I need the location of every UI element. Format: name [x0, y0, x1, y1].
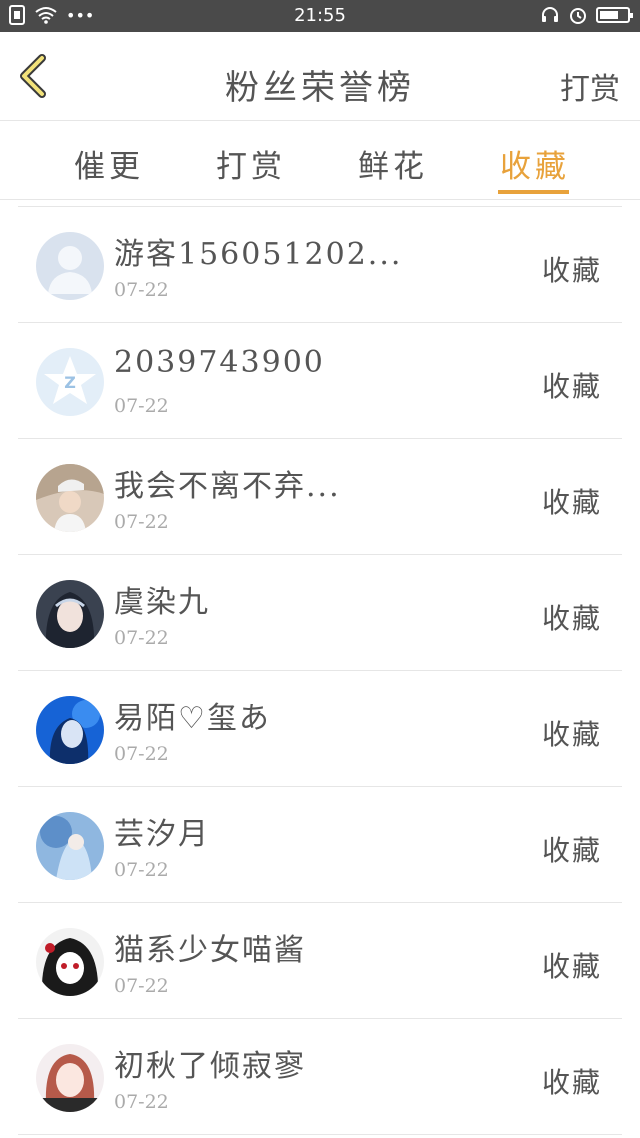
- svg-text:Z: Z: [64, 373, 76, 392]
- headphones-icon: [542, 7, 558, 22]
- fan-date: 07-22: [114, 511, 169, 533]
- default-user-icon: [36, 232, 104, 300]
- list-item[interactable]: 猫系少女喵酱 07-22 收藏: [18, 903, 622, 1019]
- list-item[interactable]: 芸汐月 07-22 收藏: [18, 787, 622, 903]
- fan-name: 2039743900: [114, 345, 325, 380]
- fan-date: 07-22: [114, 395, 169, 417]
- fan-date: 07-22: [114, 743, 169, 765]
- qq-logo-icon: Z: [36, 348, 104, 416]
- battery-icon: [596, 7, 633, 23]
- fan-list: 游客156051202... 07-22 收藏 Z 2039743900 07-…: [18, 206, 622, 1135]
- tab-flowers[interactable]: 鲜花: [358, 141, 428, 186]
- alarm-clock-icon: [570, 8, 586, 24]
- photo-avatar-icon: [36, 464, 104, 532]
- list-item[interactable]: 初秋了倾寂寥 07-22 收藏: [18, 1019, 622, 1135]
- fan-name: 游客156051202...: [114, 237, 403, 272]
- photo-avatar-icon: [36, 1044, 104, 1112]
- fan-name: 我会不离不弃...: [114, 469, 341, 504]
- list-item[interactable]: Z 2039743900 07-22 收藏: [18, 323, 622, 439]
- tab-urge-update[interactable]: 催更: [74, 141, 144, 186]
- fan-date: 07-22: [114, 975, 169, 997]
- list-item[interactable]: 我会不离不弃... 07-22 收藏: [18, 439, 622, 555]
- title-bar: 粉丝荣誉榜 打赏: [0, 32, 640, 121]
- fan-name: 虞染九: [114, 585, 210, 620]
- fan-action: 收藏: [541, 486, 602, 519]
- status-bar: ••• 21:55: [0, 0, 640, 32]
- fan-action: 收藏: [541, 950, 602, 983]
- list-item[interactable]: 虞染九 07-22 收藏: [18, 555, 622, 671]
- avatar: [36, 464, 104, 532]
- avatar: [36, 1044, 104, 1112]
- avatar: Z: [36, 348, 104, 416]
- fan-action: 收藏: [541, 718, 602, 751]
- avatar: [36, 928, 104, 996]
- fan-action: 收藏: [541, 254, 602, 287]
- list-item[interactable]: 游客156051202... 07-22 收藏: [18, 207, 622, 323]
- fan-date: 07-22: [114, 627, 169, 649]
- fan-action: 收藏: [541, 834, 602, 867]
- fan-action: 收藏: [541, 370, 602, 403]
- photo-avatar-icon: [36, 696, 104, 764]
- tab-favorite[interactable]: 收藏: [500, 141, 570, 186]
- avatar: [36, 696, 104, 764]
- fan-action: 收藏: [541, 602, 602, 635]
- list-item[interactable]: 易陌♡玺あ 07-22 收藏: [18, 671, 622, 787]
- avatar: [36, 812, 104, 880]
- fan-name: 猫系少女喵酱: [114, 933, 306, 968]
- fan-action: 收藏: [541, 1066, 602, 1099]
- photo-avatar-icon: [36, 580, 104, 648]
- fan-name: 初秋了倾寂寥: [114, 1049, 306, 1084]
- fan-date: 07-22: [114, 1091, 169, 1113]
- reward-button[interactable]: 打赏: [560, 64, 620, 108]
- tab-reward[interactable]: 打赏: [216, 141, 286, 186]
- avatar: [36, 232, 104, 300]
- active-tab-indicator: [498, 190, 569, 194]
- status-bar-right: [540, 5, 633, 25]
- photo-avatar-icon: [36, 812, 104, 880]
- tab-bar: 催更 打赏 鲜花 收藏: [0, 121, 640, 200]
- fan-name: 芸汐月: [114, 817, 210, 852]
- page-title: 粉丝荣誉榜: [225, 68, 415, 108]
- avatar: [36, 580, 104, 648]
- fan-name: 易陌♡玺あ: [114, 701, 271, 736]
- fan-date: 07-22: [114, 279, 169, 301]
- fan-date: 07-22: [114, 859, 169, 881]
- photo-avatar-icon: [36, 928, 104, 996]
